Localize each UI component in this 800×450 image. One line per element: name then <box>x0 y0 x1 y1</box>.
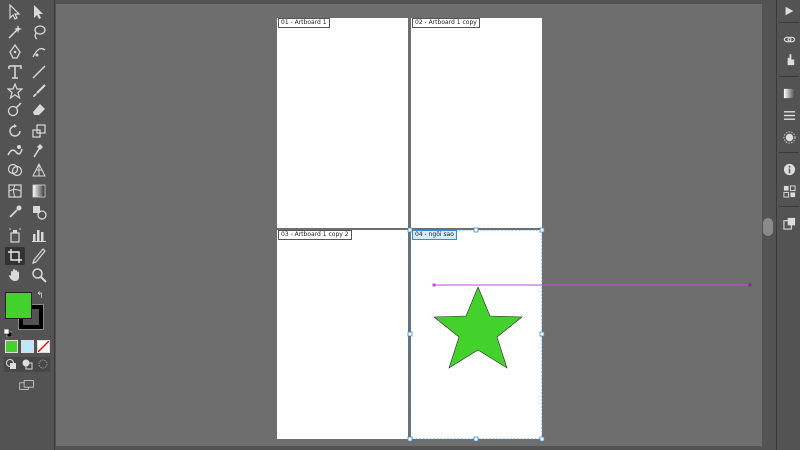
warp-icon[interactable] <box>5 142 25 160</box>
green-star[interactable] <box>433 286 523 369</box>
lasso-icon[interactable] <box>29 23 49 41</box>
screen-mode-icon[interactable] <box>16 378 38 392</box>
pen-icon[interactable] <box>5 43 25 61</box>
artboards-panel-icon[interactable] <box>782 184 796 198</box>
column-graph-icon[interactable] <box>29 226 49 244</box>
blend-icon[interactable] <box>29 203 49 221</box>
selection-icon[interactable] <box>5 3 25 21</box>
gradient-mode-button[interactable] <box>21 340 34 353</box>
export-asset-icon[interactable] <box>782 216 796 230</box>
star-tool-icon[interactable] <box>5 82 25 100</box>
links-icon[interactable] <box>782 32 796 46</box>
slice-icon[interactable] <box>29 247 49 265</box>
canvas-area[interactable]: 01 - Artboard 1 02 - Artboard 1 copy 03 … <box>56 4 762 446</box>
scroll-thumb[interactable] <box>763 218 773 236</box>
draw-behind-icon[interactable] <box>21 358 33 370</box>
artboard-tool-icon[interactable] <box>5 247 25 265</box>
collapse-panel-icon[interactable] <box>782 4 796 18</box>
line-segment-icon[interactable] <box>29 63 49 81</box>
curvature-icon[interactable] <box>29 43 49 61</box>
scale-icon[interactable] <box>29 122 49 140</box>
shaper-icon[interactable] <box>5 101 25 119</box>
eyedropper-icon[interactable] <box>5 203 25 221</box>
panel-dock <box>776 0 800 450</box>
paintbrush-icon[interactable] <box>29 82 49 100</box>
draw-normal-icon[interactable] <box>5 358 17 370</box>
color-mode-button[interactable] <box>5 340 18 353</box>
fill-swatch[interactable] <box>5 292 32 319</box>
vertical-scrollbar[interactable] <box>762 0 774 450</box>
direct-selection-icon[interactable] <box>29 3 49 21</box>
none-mode-button[interactable] <box>37 340 50 353</box>
mesh-icon[interactable] <box>5 182 25 200</box>
gradient-icon[interactable] <box>29 182 49 200</box>
default-fill-stroke-icon[interactable] <box>3 322 13 338</box>
line-anchor-start[interactable] <box>432 283 436 287</box>
symbol-sprayer-icon[interactable] <box>5 226 25 244</box>
appearance-panel-icon[interactable] <box>782 130 796 144</box>
touch-hand-icon[interactable] <box>782 52 796 66</box>
type-icon[interactable] <box>5 63 25 81</box>
eraser-icon[interactable] <box>29 101 49 119</box>
hand-icon[interactable] <box>5 266 25 284</box>
panel-separator <box>779 22 799 23</box>
stroke-panel-icon[interactable] <box>782 108 796 122</box>
line-anchor-end[interactable] <box>748 283 752 287</box>
zoom-icon[interactable] <box>29 266 49 284</box>
draw-inside-icon[interactable] <box>37 358 49 370</box>
swap-fill-stroke-icon[interactable]: ↰ <box>34 290 46 302</box>
panel-separator <box>779 76 799 77</box>
canvas-overlay <box>407 227 752 442</box>
status-bar <box>56 446 762 450</box>
info-icon[interactable] <box>782 162 796 176</box>
panel-separator <box>779 152 799 153</box>
rotate-icon[interactable] <box>5 122 25 140</box>
panel-separator <box>779 206 799 207</box>
gradient-panel-icon[interactable] <box>782 86 796 100</box>
puppet-warp-icon[interactable] <box>29 142 49 160</box>
perspective-grid-icon[interactable] <box>29 161 49 179</box>
shape-builder-icon[interactable] <box>5 161 25 179</box>
tools-panel: ↰ <box>0 0 55 450</box>
magic-wand-icon[interactable] <box>5 23 25 41</box>
